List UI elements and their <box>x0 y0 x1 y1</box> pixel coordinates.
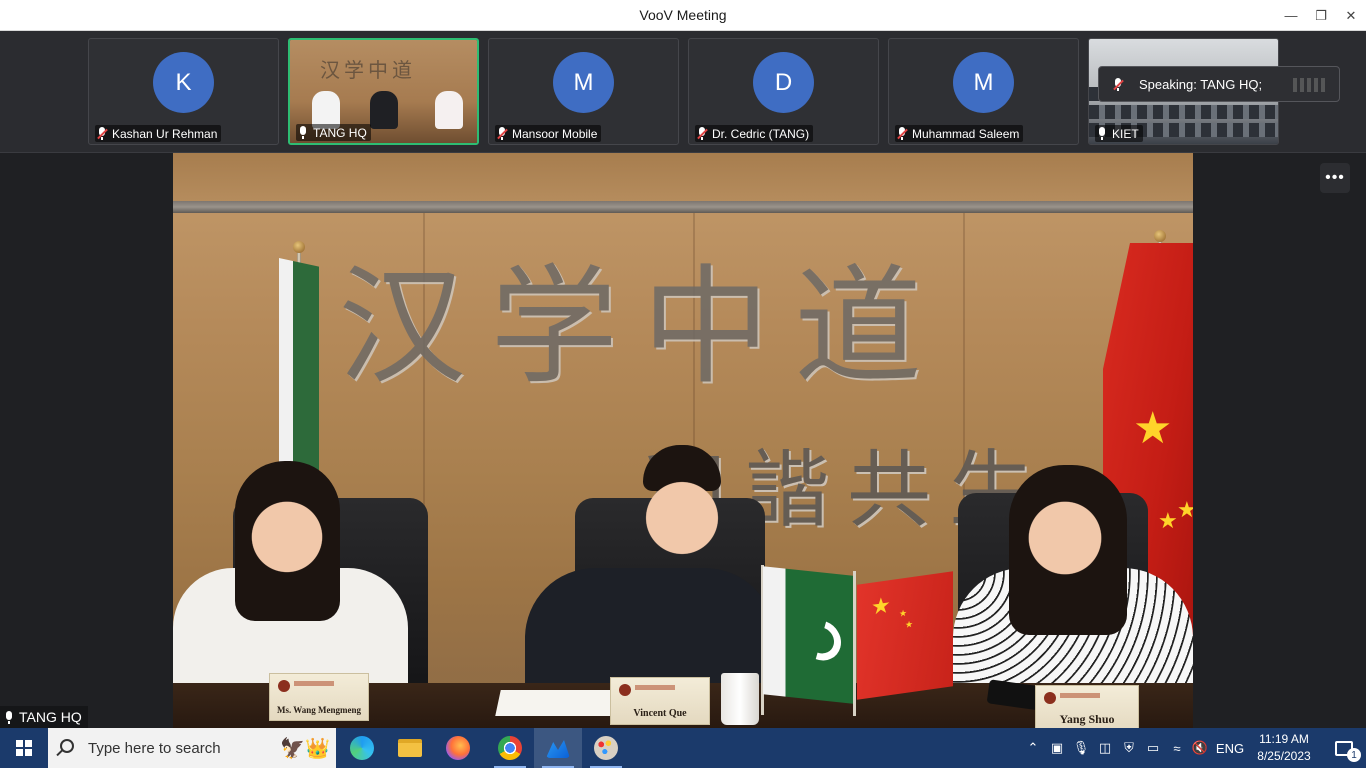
participant-tile[interactable]: M Muhammad Saleem <box>888 38 1079 145</box>
firefox-button[interactable] <box>434 728 482 768</box>
taskbar: Type here to search 🦅👑 ⌃ ▣ 🎙 ◫ ⛨ ▭ ≈ 🔇 E… <box>0 728 1366 768</box>
mic-muted-icon <box>1113 77 1124 91</box>
participant-name-tag: KIET <box>1095 125 1143 142</box>
window-title: VooV Meeting <box>639 7 727 23</box>
time: 11:19 AM <box>1259 732 1309 746</box>
minimize-button[interactable]: — <box>1276 0 1306 31</box>
nameplate: Yang Shuo <box>1035 685 1139 728</box>
taskbar-search[interactable]: Type here to search 🦅👑 <box>48 728 336 768</box>
participant-name-tag: TANG HQ <box>296 124 371 141</box>
mic-icon <box>298 126 308 139</box>
mic-muted-icon <box>97 127 108 140</box>
speaking-label: Speaking: TANG HQ; <box>1139 76 1263 92</box>
participant-tile[interactable]: 汉学中道 TANG HQ <box>288 38 479 145</box>
speaker-name-tag: TANG HQ <box>0 706 88 728</box>
china-desk-flag: ★ ★ ★ <box>857 571 953 700</box>
pakistan-desk-flag <box>763 566 853 704</box>
nameplate: Ms. Wang Mengmeng <box>269 673 369 721</box>
restore-button[interactable]: ❐ <box>1306 0 1336 31</box>
file-explorer-button[interactable] <box>386 728 434 768</box>
file-explorer-icon <box>398 739 422 757</box>
participant-name-tag: Mansoor Mobile <box>495 125 602 142</box>
voov-meeting-icon <box>546 740 570 758</box>
mic-icon <box>1097 127 1107 140</box>
edge-icon <box>350 736 374 760</box>
participant-name: Dr. Cedric (TANG) <box>712 126 810 141</box>
paint-button[interactable] <box>582 728 630 768</box>
device-icon[interactable]: ◫ <box>1096 728 1114 768</box>
search-icon <box>60 739 74 753</box>
search-placeholder: Type here to search <box>88 739 221 757</box>
wall-calligraphy: 汉学中道 <box>338 253 947 402</box>
language-indicator[interactable]: ENG <box>1212 728 1248 768</box>
participant-name: KIET <box>1112 126 1139 141</box>
audio-wave-icon <box>1293 78 1325 92</box>
security-icon[interactable]: ⛨ <box>1120 728 1138 768</box>
active-speaker-video[interactable]: 汉学中道 和諧共生 ★ ★ ★ ★ ★ ★ Ms. Wang Mengmeng … <box>173 153 1193 728</box>
show-hidden-icons-button[interactable]: ⌃ <box>1024 728 1042 768</box>
mic-icon <box>4 710 14 724</box>
chrome-icon <box>498 736 522 760</box>
mic-muted-icon <box>497 127 508 140</box>
notification-count: 1 <box>1347 748 1361 762</box>
clock[interactable]: 11:19 AM 8/25/2023 <box>1248 731 1320 765</box>
participant-name: Muhammad Saleem <box>912 126 1020 141</box>
chrome-button[interactable] <box>486 728 534 768</box>
main-video-area: 汉学中道 和諧共生 ★ ★ ★ ★ ★ ★ Ms. Wang Mengmeng … <box>0 153 1366 728</box>
participant-name: Kashan Ur Rehman <box>112 126 218 141</box>
nameplate: Vincent Que <box>610 677 710 725</box>
participant-tile[interactable]: K Kashan Ur Rehman <box>88 38 279 145</box>
windows-icon <box>16 740 32 756</box>
meet-now-icon[interactable]: ▣ <box>1048 728 1066 768</box>
mic-muted-icon <box>697 127 708 140</box>
mic-muted-icon <box>897 127 908 140</box>
cup <box>721 673 759 725</box>
edge-button[interactable] <box>338 728 386 768</box>
participant-name-tag: Kashan Ur Rehman <box>95 125 222 142</box>
participant-tile[interactable]: D Dr. Cedric (TANG) <box>688 38 879 145</box>
participant-name: TANG HQ <box>313 125 367 140</box>
search-highlight-icon: 🦅👑 <box>280 737 330 760</box>
avatar: D <box>753 52 814 113</box>
wifi-icon[interactable]: ≈ <box>1168 728 1186 768</box>
chevron-up-icon: ⌃ <box>1027 740 1039 755</box>
avatar: M <box>553 52 614 113</box>
participant-name-tag: Dr. Cedric (TANG) <box>695 125 814 142</box>
title-bar: VooV Meeting — ❐ ✕ <box>0 0 1366 31</box>
close-button[interactable]: ✕ <box>1336 0 1366 31</box>
avatar: M <box>953 52 1014 113</box>
participant-name-tag: Muhammad Saleem <box>895 125 1024 142</box>
volume-muted-icon[interactable]: 🔇 <box>1190 728 1210 768</box>
paint-icon <box>594 736 618 760</box>
voov-meeting-button[interactable] <box>534 728 582 768</box>
participant-tile[interactable]: M Mansoor Mobile <box>488 38 679 145</box>
microphone-icon[interactable]: 🎙 <box>1072 728 1090 768</box>
notifications-button[interactable]: 1 <box>1322 728 1366 768</box>
pakistan-flag <box>279 258 319 473</box>
participant-name: Mansoor Mobile <box>512 126 598 141</box>
battery-icon[interactable]: ▭ <box>1144 728 1162 768</box>
start-button[interactable] <box>0 728 48 768</box>
avatar: K <box>153 52 214 113</box>
speaker-name: TANG HQ <box>19 709 82 725</box>
speaking-indicator: Speaking: TANG HQ; <box>1098 66 1340 102</box>
firefox-icon <box>446 736 470 760</box>
more-options-button[interactable]: ••• <box>1320 163 1350 193</box>
date: 8/25/2023 <box>1257 749 1311 763</box>
